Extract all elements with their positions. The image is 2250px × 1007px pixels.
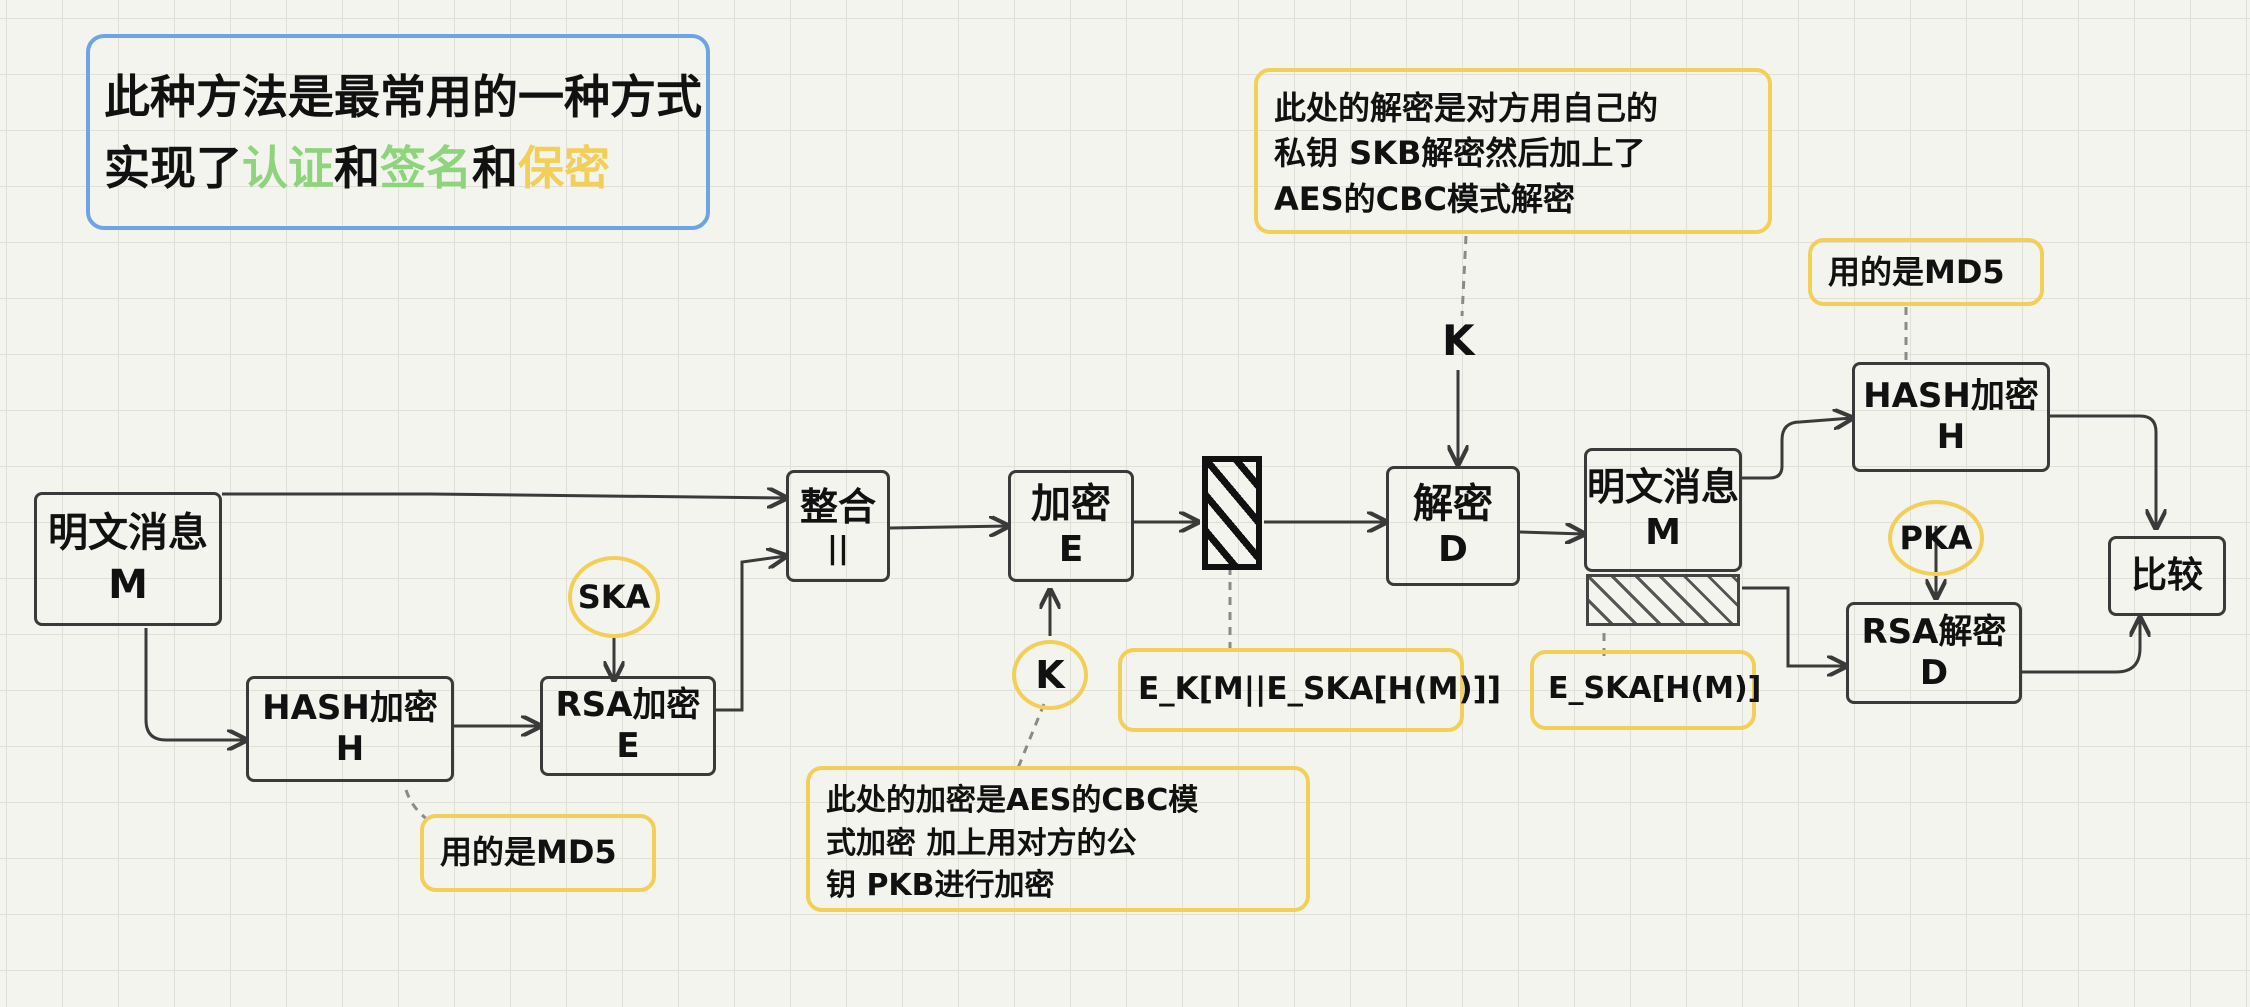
edge-rsa-to-concat <box>716 556 786 712</box>
highlight-signature: 签名 <box>380 141 472 196</box>
rsa-e-node: RSA加密 E <box>540 676 716 776</box>
ciphertext-block <box>1202 456 1262 570</box>
ska-key-label: SKA <box>577 578 651 616</box>
decrypt-note: 此处的解密是对方用自己的 私钥 SKB解密然后加上了 AES的CBC模式解密 <box>1254 68 1772 234</box>
concat-symbol: || <box>827 531 849 567</box>
decrypt-d-title: 解密 <box>1413 481 1493 528</box>
summary-line-1: 此种方法是最常用的一种方式 <box>104 70 702 124</box>
signature-block <box>1586 574 1740 626</box>
compare-node: 比较 <box>2108 536 2226 616</box>
encrypt-e-symbol: E <box>1058 529 1084 571</box>
rsa-d-node: RSA解密 D <box>1846 602 2022 704</box>
highlight-confidentiality: 保密 <box>518 141 610 196</box>
signature-label-box: E_SKA[H(M)] <box>1530 650 1762 730</box>
concat-title: 整合 <box>799 484 876 529</box>
signature-label: E_SKA[H(M)] <box>1548 671 1762 706</box>
plaintext-m-symbol: M <box>108 562 148 608</box>
encrypt-note-line-1: 此处的加密是AES的CBC模 <box>826 783 1199 818</box>
decrypt-d-symbol: D <box>1438 529 1468 571</box>
ciphertext-label-box: E_K[M||E_SKA[H(M)]] <box>1118 648 1502 732</box>
plaintext-m2-symbol: M <box>1645 512 1681 554</box>
hash-h2-title: HASH加密 <box>1863 375 2039 416</box>
summary-callout: 此种方法是最常用的一种方式 实现了认证和签名和保密 <box>86 34 710 230</box>
hash-h-node: HASH加密 H <box>246 676 454 782</box>
k-encrypt-key-label: K <box>1035 653 1065 697</box>
diagram-canvas: 此种方法是最常用的一种方式 实现了认证和签名和保密 明文消息 M HASH加密 … <box>0 0 2250 1007</box>
concat-node: 整合 || <box>786 470 890 582</box>
highlight-authentication: 认证 <box>242 141 334 196</box>
plaintext-m-title: 明文消息 <box>48 510 208 556</box>
edge-sig-to-rsad <box>1742 586 1846 666</box>
md5-note-left-text: 用的是MD5 <box>440 833 617 871</box>
rsa-d-title: RSA解密 <box>1861 611 2007 652</box>
k-encrypt-key: K <box>1012 640 1088 710</box>
hash-h2-node: HASH加密 H <box>1852 362 2050 472</box>
decrypt-note-line-1: 此处的解密是对方用自己的 <box>1274 89 1659 127</box>
dashed-encrypt-note <box>1016 703 1046 769</box>
md5-note-left: 用的是MD5 <box>420 814 656 892</box>
encrypt-e-title: 加密 <box>1031 481 1111 528</box>
plaintext-m2-title: 明文消息 <box>1587 465 1740 510</box>
k-decrypt-key: K <box>1442 316 1475 365</box>
decrypt-note-line-2: 私钥 SKB解密然后加上了 <box>1274 134 1646 173</box>
encrypt-note-line-2: 式加密 加上用对方的公 <box>826 825 1137 861</box>
encrypt-note: 此处的加密是AES的CBC模 式加密 加上用对方的公 钥 PKB进行加密 <box>806 766 1310 912</box>
rsa-e-title: RSA加密 <box>555 684 701 725</box>
ska-key: SKA <box>568 556 660 638</box>
decrypt-note-line-3: AES的CBC模式解密 <box>1274 179 1576 218</box>
edge-rsad-to-compare <box>2022 618 2140 674</box>
rsa-e-symbol: E <box>616 726 640 766</box>
hash-h2-symbol: H <box>1936 417 1966 457</box>
summary-and-1: 和 <box>334 141 380 196</box>
plaintext-m2-node: 明文消息 M <box>1584 448 1742 572</box>
hash-h-symbol: H <box>335 729 365 769</box>
edge-m-to-hash <box>144 628 246 740</box>
summary-line-2: 实现了认证和签名和保密 <box>104 133 692 204</box>
compare-title: 比较 <box>2130 555 2203 597</box>
edge-m-to-concat <box>222 494 786 498</box>
encrypt-e-node: 加密 E <box>1008 470 1134 582</box>
edge-concat-to-encrypt <box>889 526 1008 528</box>
rsa-d-symbol: D <box>1919 653 1949 693</box>
encrypt-note-line-3: 钥 PKB进行加密 <box>826 868 1055 904</box>
edge-m2-to-hash2 <box>1742 418 1852 480</box>
ciphertext-label: E_K[M||E_SKA[H(M)]] <box>1138 671 1502 707</box>
edge-decrypt-to-m2 <box>1519 532 1584 534</box>
edge-hash2-to-compare <box>2050 414 2156 528</box>
k-decrypt-key-label: K <box>1442 316 1475 365</box>
pka-key: PKA <box>1888 500 1984 576</box>
summary-prefix: 实现了 <box>104 141 242 196</box>
hash-h-title: HASH加密 <box>262 687 438 728</box>
md5-note-right: 用的是MD5 <box>1808 238 2044 306</box>
pka-key-label: PKA <box>1899 519 1973 557</box>
dashed-decrypt-note <box>1460 235 1468 317</box>
dashed-md5-left <box>404 789 429 822</box>
md5-note-right-text: 用的是MD5 <box>1828 253 2005 291</box>
decrypt-d-node: 解密 D <box>1386 466 1520 586</box>
plaintext-m-node: 明文消息 M <box>34 492 222 626</box>
summary-and-2: 和 <box>472 141 518 196</box>
